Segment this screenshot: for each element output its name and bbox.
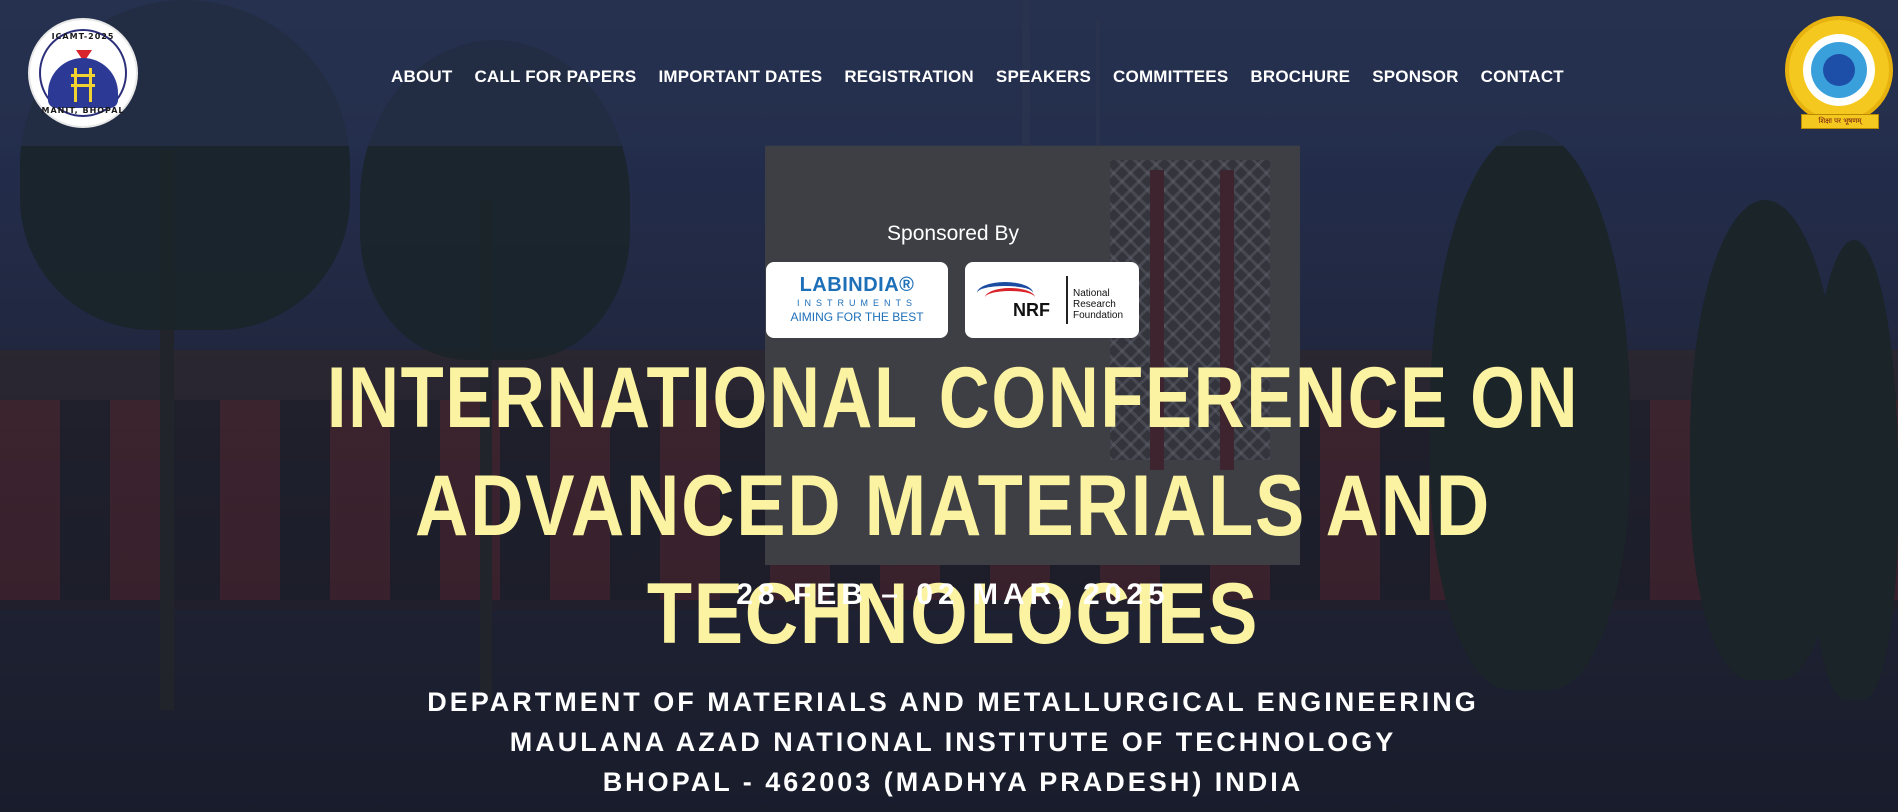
logo-core [1823,54,1855,86]
pylon-icon [71,68,95,102]
organizer-info: DEPARTMENT OF MATERIALS AND METALLURGICA… [0,682,1898,802]
nrf-line-2: Research [1073,299,1116,310]
nrf-full-name: National Research Foundation [1073,288,1135,321]
nav-contact[interactable]: CONTACT [1470,63,1575,91]
title-line-1: INTERNATIONAL CONFERENCE ON [326,350,1580,446]
nav-sponsor[interactable]: SPONSOR [1361,63,1469,91]
labindia-sub: INSTRUMENTS [797,298,917,308]
icamt-logo[interactable]: ICAMT-2025 MANIT, BHOPAL [30,20,136,126]
dept-line-3: BHOPAL - 462003 (MADHYA PRADESH) INDIA [602,767,1304,797]
logo-ribbon: शिक्षा पर भूषणम् [1801,114,1879,129]
nav-speakers[interactable]: SPEAKERS [985,63,1102,91]
dept-line-2: MAULANA AZAD NATIONAL INSTITUTE OF TECHN… [509,727,1397,757]
labindia-tagline: AIMING FOR THE BEST [790,310,924,324]
conference-dates: 28 FEB – 02 MAR, 2025 [736,578,1170,611]
top-navbar: ICAMT-2025 MANIT, BHOPAL ABOUT CALL FOR … [0,0,1898,146]
sponsor-nrf[interactable]: NRF National Research Foundation [965,262,1139,338]
nrf-line-1: National [1073,288,1110,299]
nav-brochure[interactable]: BROCHURE [1239,63,1361,91]
logo-bottom-text: MANIT, BHOPAL [41,106,125,115]
nrf-line-3: Foundation [1073,310,1124,321]
logo-top-text: ICAMT-2025 [51,32,115,41]
sponsored-by-heading: Sponsored By [887,222,1019,245]
sponsor-labindia[interactable]: LABINDIA® INSTRUMENTS AIMING FOR THE BES… [766,262,948,338]
nav-committees[interactable]: COMMITTEES [1102,63,1239,91]
dept-line-1: DEPARTMENT OF MATERIALS AND METALLURGICA… [427,687,1479,717]
nav-important-dates[interactable]: IMPORTANT DATES [647,63,833,91]
manit-logo[interactable]: शिक्षा पर भूषणम् [1785,18,1895,130]
main-nav: ABOUT CALL FOR PAPERS IMPORTANT DATES RE… [380,62,1575,92]
nrf-logo-icon: NRF [977,274,1065,328]
nav-call-for-papers[interactable]: CALL FOR PAPERS [463,63,647,91]
title-line-2: ADVANCED MATERIALS AND TECHNOLOGIES [415,458,1491,662]
nrf-letters: NRF [1013,300,1050,320]
nav-registration[interactable]: REGISTRATION [833,63,985,91]
labindia-name: LABINDIA® [799,274,915,296]
nrf-divider [1066,276,1068,324]
logo-motto: शिक्षा पर भूषणम् [1818,117,1862,125]
hero-section: ICAMT-2025 MANIT, BHOPAL ABOUT CALL FOR … [0,0,1898,812]
nav-about[interactable]: ABOUT [380,63,463,91]
conference-title: INTERNATIONAL CONFERENCE ON ADVANCED MAT… [0,344,1898,668]
